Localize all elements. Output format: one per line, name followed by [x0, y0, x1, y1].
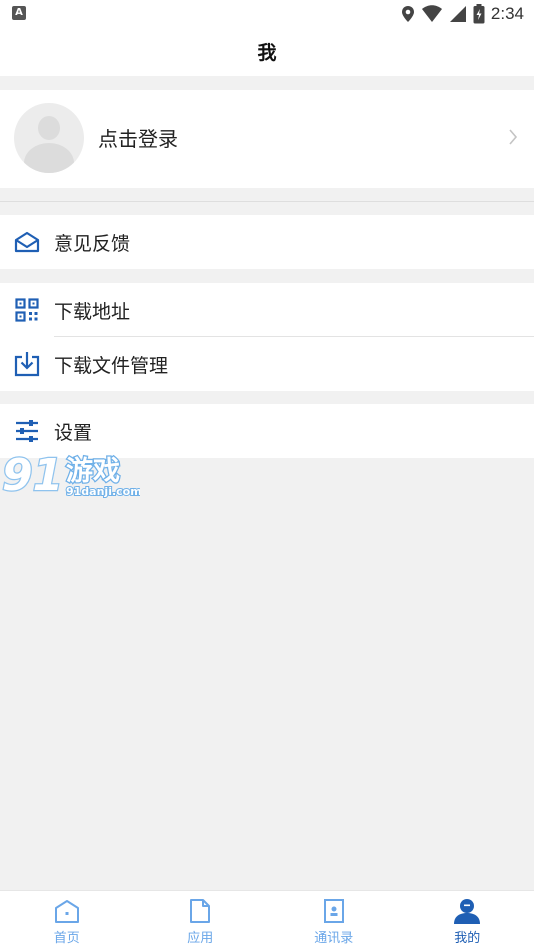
person-icon — [453, 897, 481, 925]
watermark-number: 91 — [2, 450, 63, 501]
status-time: 2:34 — [491, 4, 524, 24]
login-row[interactable]: 点击登录 — [0, 90, 534, 188]
watermark-logo: 91 游戏 91danji.com — [0, 448, 140, 504]
menu-label-download-address: 下载地址 — [54, 297, 130, 324]
wifi-icon — [421, 5, 443, 23]
location-icon — [401, 5, 415, 23]
tab-label-me: 我的 — [454, 927, 480, 946]
divider — [0, 201, 534, 202]
signal-icon — [449, 5, 467, 23]
avatar — [14, 103, 84, 173]
login-label: 点击登录 — [98, 123, 178, 152]
page-title: 我 — [0, 38, 534, 65]
sliders-icon — [13, 417, 41, 445]
home-icon — [53, 897, 81, 925]
tab-home[interactable]: 首页 — [0, 891, 134, 951]
menu-item-download-address[interactable]: 下载地址 — [0, 283, 534, 337]
watermark-url: 91danji.com — [66, 485, 140, 498]
mail-open-icon — [13, 228, 41, 256]
menu-label-settings: 设置 — [54, 418, 92, 445]
qr-code-icon — [13, 296, 41, 324]
menu-label-feedback: 意见反馈 — [54, 229, 130, 256]
tab-me[interactable]: 我的 — [401, 891, 534, 951]
contacts-icon — [320, 897, 348, 925]
battery-icon — [473, 4, 485, 24]
title-bar: 我 — [0, 28, 534, 76]
tab-label-apps: 应用 — [187, 927, 213, 946]
avatar-head — [38, 116, 60, 140]
bottom-tab-bar: 首页 应用 通讯录 我的 — [0, 890, 534, 951]
avatar-body — [24, 143, 74, 173]
menu-label-download-manager: 下载文件管理 — [54, 351, 168, 378]
menu-group-download: 下载地址 下载文件管理 — [0, 283, 534, 391]
menu-item-feedback[interactable]: 意见反馈 — [0, 215, 534, 269]
notification-a-icon: A — [12, 6, 26, 20]
watermark-brand: 游戏 — [66, 456, 120, 487]
status-bar: A 2:34 — [0, 0, 534, 28]
file-icon — [186, 897, 214, 925]
chevron-right-icon — [508, 128, 518, 146]
download-box-icon — [13, 350, 41, 378]
tab-contacts[interactable]: 通讯录 — [267, 891, 401, 951]
tab-label-contacts: 通讯录 — [314, 927, 353, 946]
tab-label-home: 首页 — [54, 927, 80, 946]
tab-apps[interactable]: 应用 — [134, 891, 268, 951]
menu-item-download-manager[interactable]: 下载文件管理 — [0, 337, 534, 391]
menu-group-feedback: 意见反馈 — [0, 215, 534, 269]
status-icons: 2:34 — [401, 2, 524, 26]
